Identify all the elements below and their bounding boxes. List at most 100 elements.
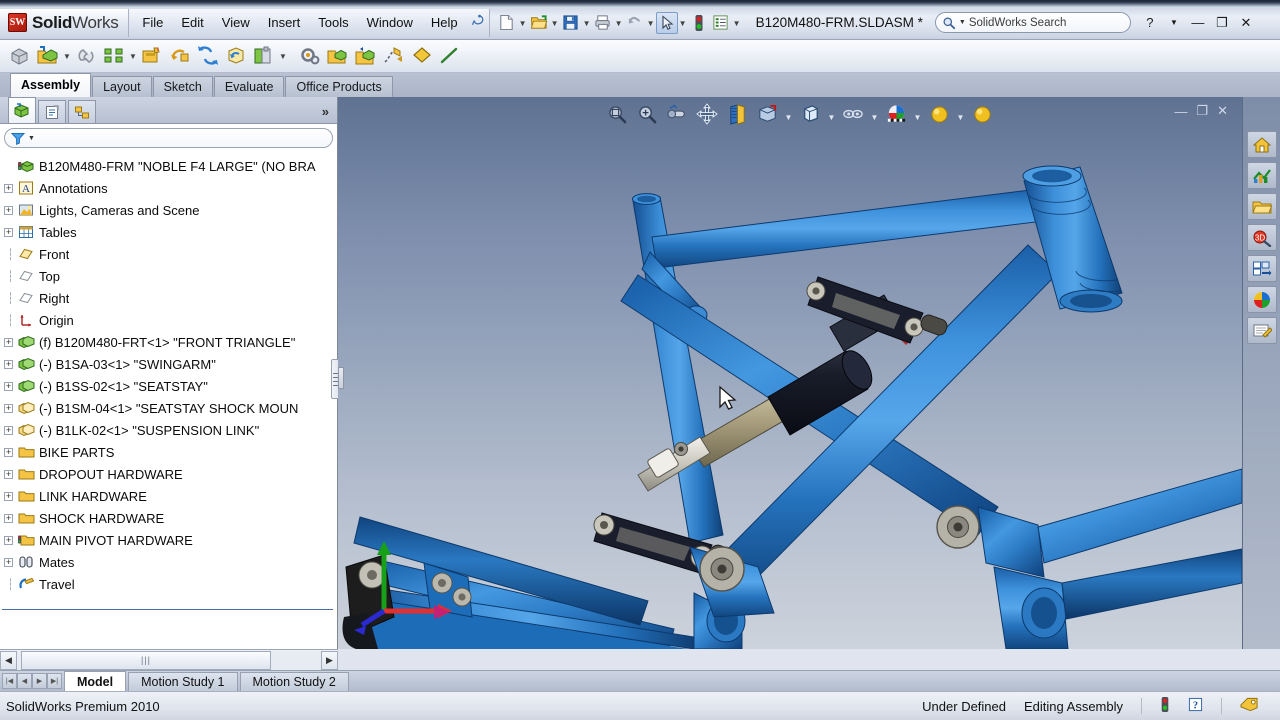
bicycle-frame-model[interactable]	[338, 97, 1242, 649]
smart-fasteners-icon[interactable]	[138, 42, 166, 70]
expand-icon[interactable]: +	[4, 491, 13, 501]
scroll-track[interactable]: |||	[17, 650, 321, 670]
instant3d-icon[interactable]	[408, 42, 436, 70]
menu-view[interactable]: View	[213, 11, 259, 34]
expand-icon[interactable]: +	[4, 535, 13, 545]
expand-icon[interactable]: +	[4, 205, 13, 215]
previous-icon[interactable]: ◀	[17, 673, 32, 689]
tab-sketch[interactable]: Sketch	[152, 76, 213, 97]
tab-layout[interactable]: Layout	[92, 76, 152, 97]
chevron-down-icon[interactable]: ▼	[128, 45, 138, 67]
tree-row-front-triangle[interactable]: + (f) B120M480-FRT<1> "FRONT TRIANGLE"	[0, 331, 337, 353]
mate-icon[interactable]	[72, 42, 100, 70]
chevron-down-icon[interactable]: ▼	[28, 135, 35, 142]
expand-icon[interactable]: +	[4, 337, 13, 347]
tree-row-travel[interactable]: ┆ Travel	[0, 573, 337, 595]
chevron-down-icon[interactable]: ▼	[1163, 13, 1185, 33]
menu-insert[interactable]: Insert	[259, 11, 310, 34]
tree-filter-input[interactable]: ▼	[4, 128, 333, 148]
property-manager-tab[interactable]	[38, 100, 66, 123]
scroll-left-button[interactable]: ◀	[0, 650, 17, 670]
question-mark-icon[interactable]: ?	[1188, 697, 1203, 715]
tree-row-shock-hardware[interactable]: + SHOCK HARDWARE	[0, 507, 337, 529]
traffic-light-icon[interactable]	[1160, 696, 1170, 716]
menu-help[interactable]: Help	[422, 11, 467, 34]
graphics-viewport[interactable]: ▼ ▼ ▼ ▼ ▼ — ❐ ✕	[338, 97, 1242, 649]
tree-row-front-plane[interactable]: ┆ Front	[0, 243, 337, 265]
expand-icon[interactable]: +	[4, 513, 13, 523]
solidworks-resources-icon[interactable]	[1246, 131, 1277, 158]
menu-edit[interactable]: Edit	[172, 11, 212, 34]
expand-icon[interactable]: +	[4, 183, 13, 193]
expand-icon[interactable]: +	[4, 425, 13, 435]
tab-evaluate[interactable]: Evaluate	[213, 76, 285, 97]
expand-icon[interactable]: +	[4, 381, 13, 391]
design-library-icon[interactable]	[1246, 162, 1277, 189]
tree-row-dropout-hardware[interactable]: + DROPOUT HARDWARE	[0, 463, 337, 485]
options-icon[interactable]	[710, 12, 732, 34]
tree-row-right-plane[interactable]: ┆ Right	[0, 287, 337, 309]
tree-row-lights-cameras-scene[interactable]: + Lights, Cameras and Scene	[0, 199, 337, 221]
tree-row-origin[interactable]: ┆ Origin	[0, 309, 337, 331]
last-icon[interactable]: ▶|	[47, 673, 62, 689]
new-document-icon[interactable]	[496, 12, 518, 34]
configuration-manager-tab[interactable]	[68, 100, 96, 123]
chevron-double-right-icon[interactable]: »	[322, 104, 329, 119]
appearances-scenes-icon[interactable]	[1246, 286, 1277, 313]
scroll-thumb[interactable]: |||	[21, 650, 271, 670]
menu-tools[interactable]: Tools	[309, 11, 357, 34]
expand-icon[interactable]: +	[4, 447, 13, 457]
tree-row-seatstay[interactable]: + (-) B1SS-02<1> "SEATSTAY"	[0, 375, 337, 397]
chevron-down-icon[interactable]: ▼	[518, 12, 528, 34]
linear-component-pattern-icon[interactable]	[100, 42, 128, 70]
tab-motion-study-2[interactable]: Motion Study 2	[239, 671, 349, 691]
save-icon[interactable]	[560, 12, 582, 34]
undo-icon[interactable]	[624, 12, 646, 34]
expand-icon[interactable]: +	[4, 359, 13, 369]
exploded-view-icon[interactable]	[352, 42, 380, 70]
search-3d-contentcentral-icon[interactable]: 3D	[1246, 224, 1277, 251]
search-input[interactable]: ▼ SolidWorks Search	[934, 12, 1131, 33]
tree-row-bike-parts[interactable]: + BIKE PARTS	[0, 441, 337, 463]
tab-office-products[interactable]: Office Products	[285, 76, 393, 97]
chevron-down-icon[interactable]: ▼	[62, 45, 72, 67]
tab-assembly[interactable]: Assembly	[10, 73, 92, 97]
chevron-down-icon[interactable]: ▼	[614, 12, 624, 34]
new-motion-study-icon[interactable]	[296, 42, 324, 70]
expand-icon[interactable]: +	[4, 469, 13, 479]
scroll-right-button[interactable]: ▶	[321, 650, 338, 670]
tree-row-top-plane[interactable]: ┆ Top	[0, 265, 337, 287]
explode-line-sketch-icon[interactable]	[380, 42, 408, 70]
line-sketch-icon[interactable]	[436, 42, 464, 70]
expand-icon[interactable]: +	[4, 403, 13, 413]
tree-row-main-pivot-hardware[interactable]: + MAIN PIVOT HARDWARE	[0, 529, 337, 551]
first-icon[interactable]: |◀	[2, 673, 17, 689]
rebuild-traffic-light-icon[interactable]	[688, 12, 710, 34]
chevron-down-icon[interactable]: ▼	[732, 12, 742, 34]
print-icon[interactable]	[592, 12, 614, 34]
chevron-down-icon[interactable]: ▼	[959, 19, 966, 26]
next-icon[interactable]: ▶	[32, 673, 47, 689]
menu-window[interactable]: Window	[358, 11, 422, 34]
chevron-down-icon[interactable]: ▼	[550, 12, 560, 34]
tree-row-link-hardware[interactable]: + LINK HARDWARE	[0, 485, 337, 507]
file-explorer-icon[interactable]	[1246, 193, 1277, 220]
chevron-down-icon[interactable]: ▼	[582, 12, 592, 34]
expand-icon[interactable]: +	[4, 557, 13, 567]
chevron-down-icon[interactable]: ▼	[278, 45, 288, 67]
tree-horizontal-scrollbar[interactable]: ◀ ||| ▶	[0, 649, 338, 670]
minimize-icon[interactable]: —	[1187, 13, 1209, 33]
feature-tree[interactable]: B120M480-FRM "NOBLE F4 LARGE" (NO BRA + …	[0, 153, 337, 649]
reference-geometry-icon[interactable]	[250, 42, 278, 70]
view-palette-icon[interactable]	[1246, 255, 1277, 282]
move-component-icon[interactable]	[166, 42, 194, 70]
tree-row-mates[interactable]: + Mates	[0, 551, 337, 573]
tab-motion-study-1[interactable]: Motion Study 1	[128, 671, 238, 691]
close-icon[interactable]: ✕	[1235, 13, 1257, 33]
bill-of-materials-icon[interactable]	[324, 42, 352, 70]
menu-file[interactable]: File	[133, 11, 172, 34]
select-arrow-icon[interactable]	[655, 11, 678, 34]
open-document-icon[interactable]	[528, 12, 550, 34]
help-button[interactable]: ?	[1139, 13, 1161, 33]
tree-row-swingarm[interactable]: + (-) B1SA-03<1> "SWINGARM"	[0, 353, 337, 375]
